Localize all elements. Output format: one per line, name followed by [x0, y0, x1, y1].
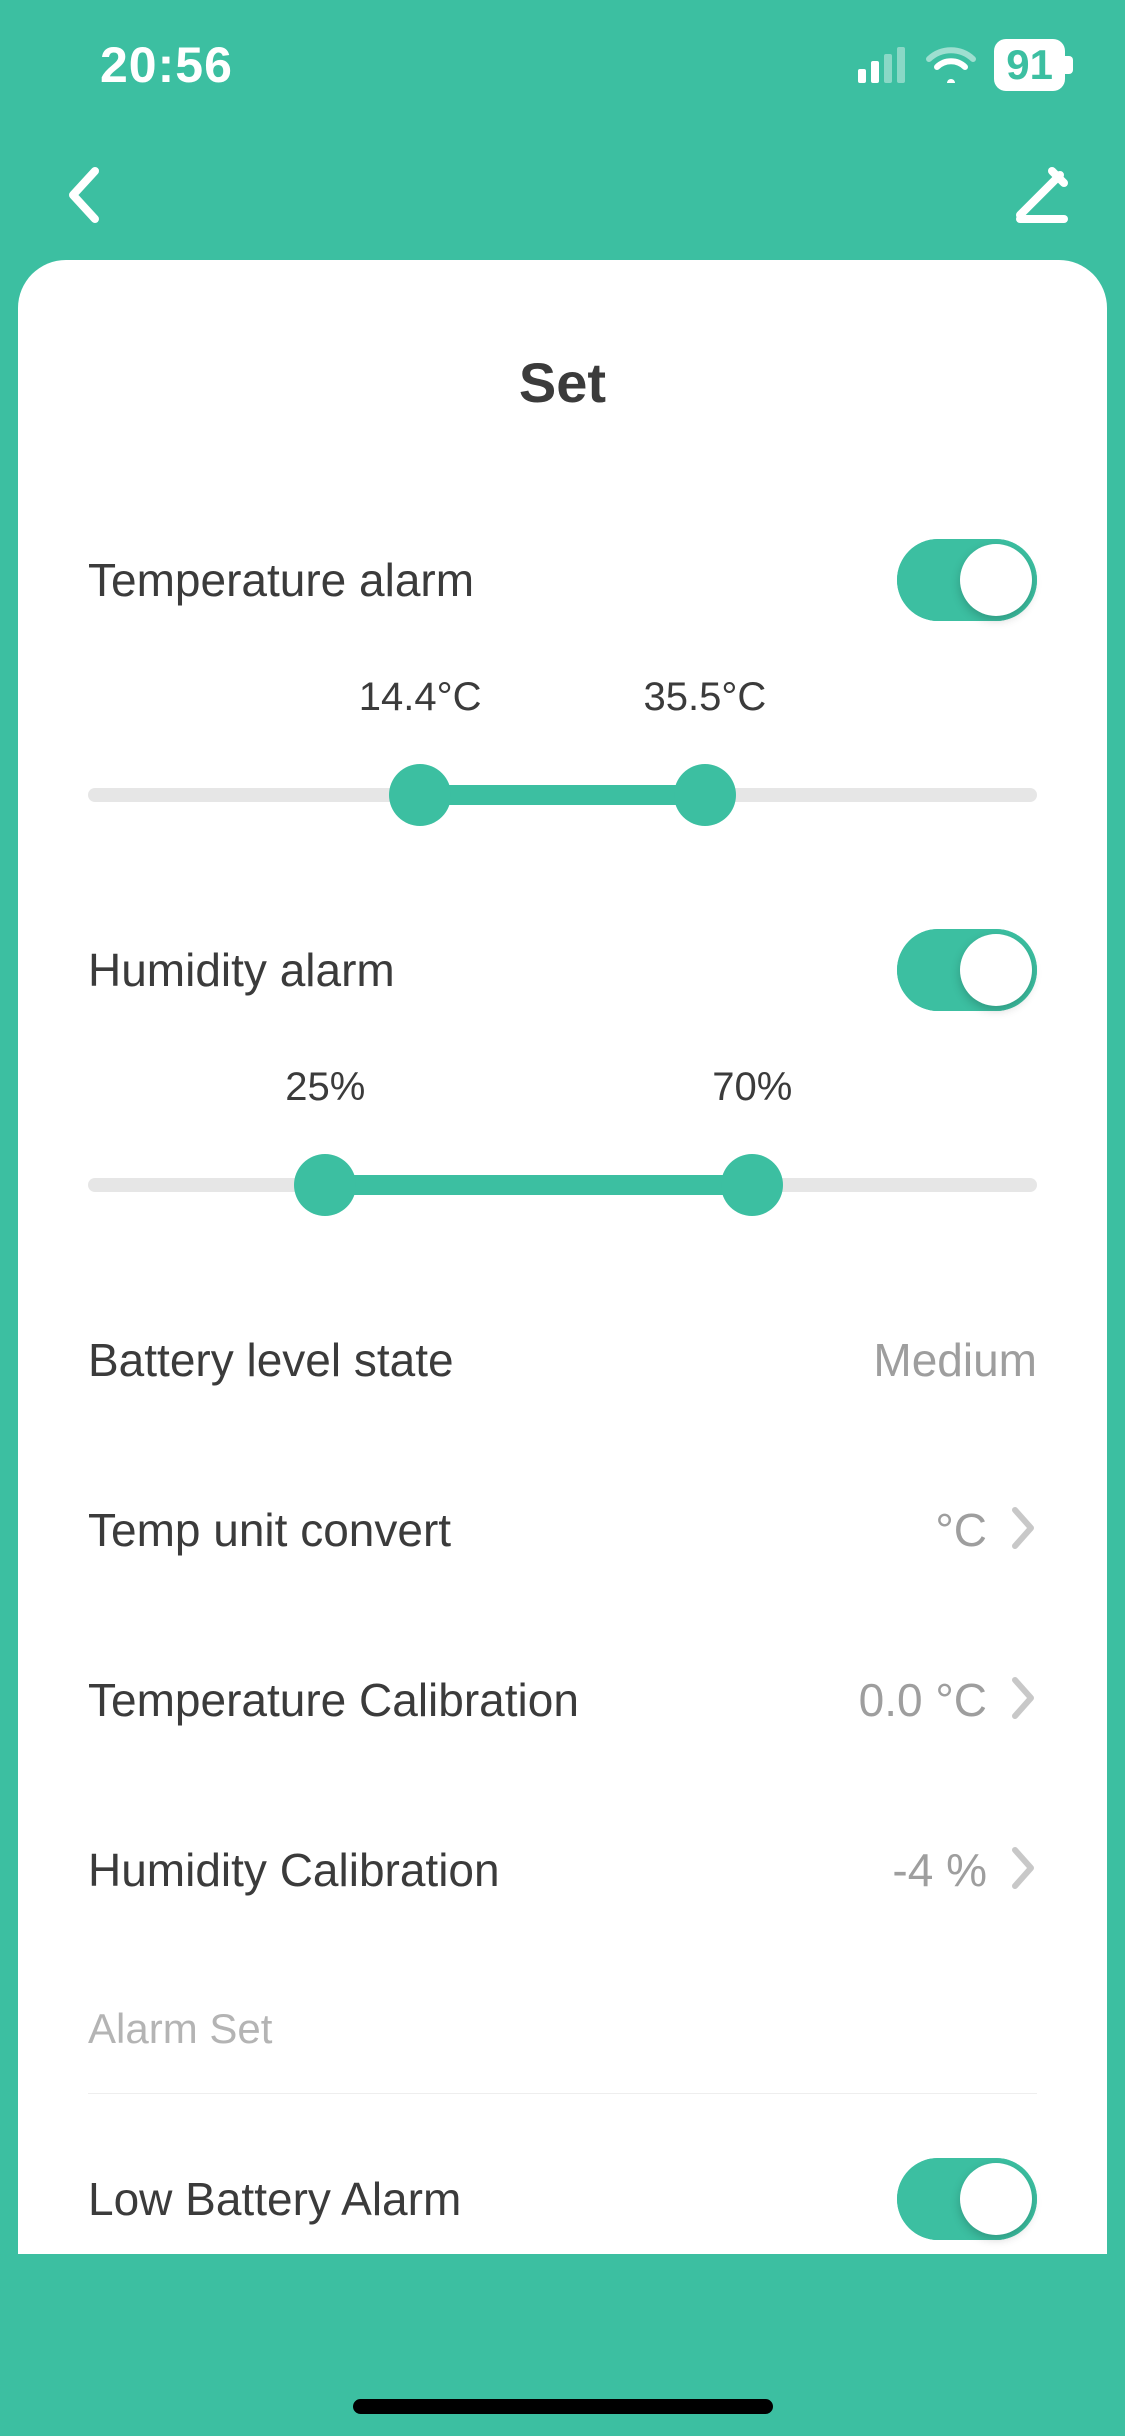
humidity-calibration-label: Humidity Calibration [88, 1843, 500, 1897]
edit-button[interactable] [1005, 160, 1075, 230]
temperature-calibration-label: Temperature Calibration [88, 1673, 579, 1727]
temp-unit-value: °C [935, 1503, 987, 1557]
edit-icon [1012, 167, 1068, 223]
temperature-calibration-row[interactable]: Temperature Calibration 0.0 °C [88, 1645, 1037, 1755]
status-indicators: 91 [858, 39, 1065, 91]
humidity-alarm-toggle[interactable] [897, 929, 1037, 1011]
temperature-slider-low-thumb[interactable] [389, 764, 451, 826]
home-indicator[interactable] [353, 2399, 773, 2414]
humidity-alarm-label: Humidity alarm [88, 943, 395, 997]
humidity-slider-labels: 25% 70% [88, 1065, 1037, 1115]
humidity-calibration-value: -4 % [892, 1843, 987, 1897]
chevron-right-icon [1011, 1506, 1037, 1555]
humidity-range-slider[interactable] [88, 1155, 1037, 1215]
temperature-slider-high-thumb[interactable] [674, 764, 736, 826]
temperature-alarm-label: Temperature alarm [88, 553, 474, 607]
temperature-alarm-section: Temperature alarm 14.4°C 35.5°C [88, 525, 1037, 825]
status-bar: 20:56 91 [0, 0, 1125, 130]
battery-level-value: Medium [873, 1333, 1037, 1387]
humidity-high-value: 70% [712, 1065, 792, 1110]
alarm-set-section-header: Alarm Set [88, 2005, 1037, 2094]
humidity-slider-low-thumb[interactable] [294, 1154, 356, 1216]
chevron-right-icon [1011, 1846, 1037, 1895]
page-title: Set [88, 350, 1037, 415]
low-battery-alarm-toggle[interactable] [897, 2158, 1037, 2240]
humidity-slider-high-thumb[interactable] [721, 1154, 783, 1216]
temperature-calibration-value: 0.0 °C [859, 1673, 987, 1727]
cellular-signal-icon [858, 47, 908, 83]
low-battery-alarm-label: Low Battery Alarm [88, 2172, 461, 2226]
battery-level-row: Battery level state Medium [88, 1305, 1037, 1415]
chevron-left-icon [65, 165, 105, 225]
wifi-icon [926, 47, 976, 83]
battery-level-icon: 91 [994, 39, 1065, 91]
status-time: 20:56 [100, 36, 233, 94]
temp-unit-label: Temp unit convert [88, 1503, 451, 1557]
temperature-high-value: 35.5°C [643, 675, 766, 720]
back-button[interactable] [50, 160, 120, 230]
battery-level-label: Battery level state [88, 1333, 454, 1387]
temp-unit-row[interactable]: Temp unit convert °C [88, 1475, 1037, 1585]
humidity-calibration-row[interactable]: Humidity Calibration -4 % [88, 1815, 1037, 1925]
temperature-slider-labels: 14.4°C 35.5°C [88, 675, 1037, 725]
temperature-low-value: 14.4°C [359, 675, 482, 720]
chevron-right-icon [1011, 1676, 1037, 1725]
low-battery-alarm-row: Low Battery Alarm [88, 2144, 1037, 2254]
settings-card: Set Temperature alarm 14.4°C 35.5°C Humi… [18, 260, 1107, 2254]
temperature-alarm-toggle[interactable] [897, 539, 1037, 621]
humidity-alarm-section: Humidity alarm 25% 70% [88, 915, 1037, 1215]
temperature-range-slider[interactable] [88, 765, 1037, 825]
battery-percent: 91 [1006, 41, 1053, 89]
humidity-low-value: 25% [285, 1065, 365, 1110]
nav-bar [0, 130, 1125, 260]
